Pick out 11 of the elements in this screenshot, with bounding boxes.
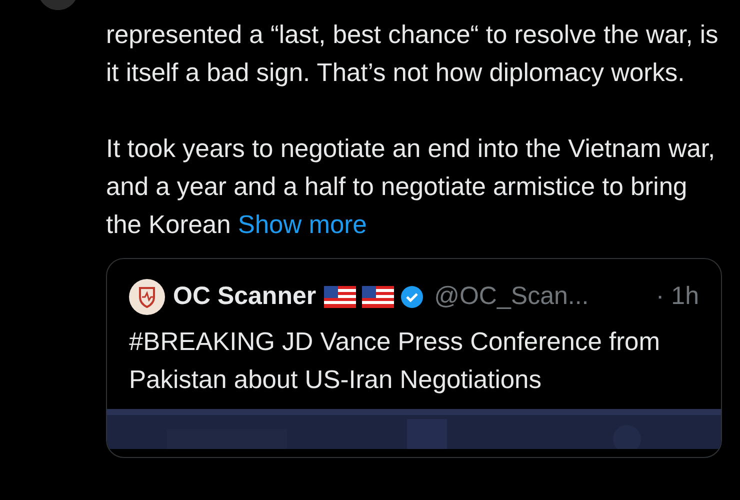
tweet-paragraph: represented a “last, best chance“ to resolve the war, is it itself a bad sign. That’s not how diplomacy works. bbox=[106, 20, 720, 89]
show-more-link[interactable]: Show more bbox=[238, 211, 367, 239]
author-name: OC Scanner bbox=[173, 281, 316, 312]
quote-text: #BREAKING JD Vance Press Conference from Pakistan about US-Iran Negotiations bbox=[129, 327, 661, 396]
tweet-paragraph: It took years to negotiate an end into the Vietnam war, and a year and a half to negotiate armistice to bring the Korean Show more bbox=[106, 134, 716, 241]
flag-icon bbox=[324, 286, 356, 308]
verified-badge-icon bbox=[400, 285, 424, 309]
author-handle: @OC_Scan... bbox=[434, 281, 589, 312]
flag-icon bbox=[362, 286, 394, 308]
post-time: · 1h bbox=[656, 281, 699, 312]
shield-logo-icon bbox=[129, 279, 165, 315]
